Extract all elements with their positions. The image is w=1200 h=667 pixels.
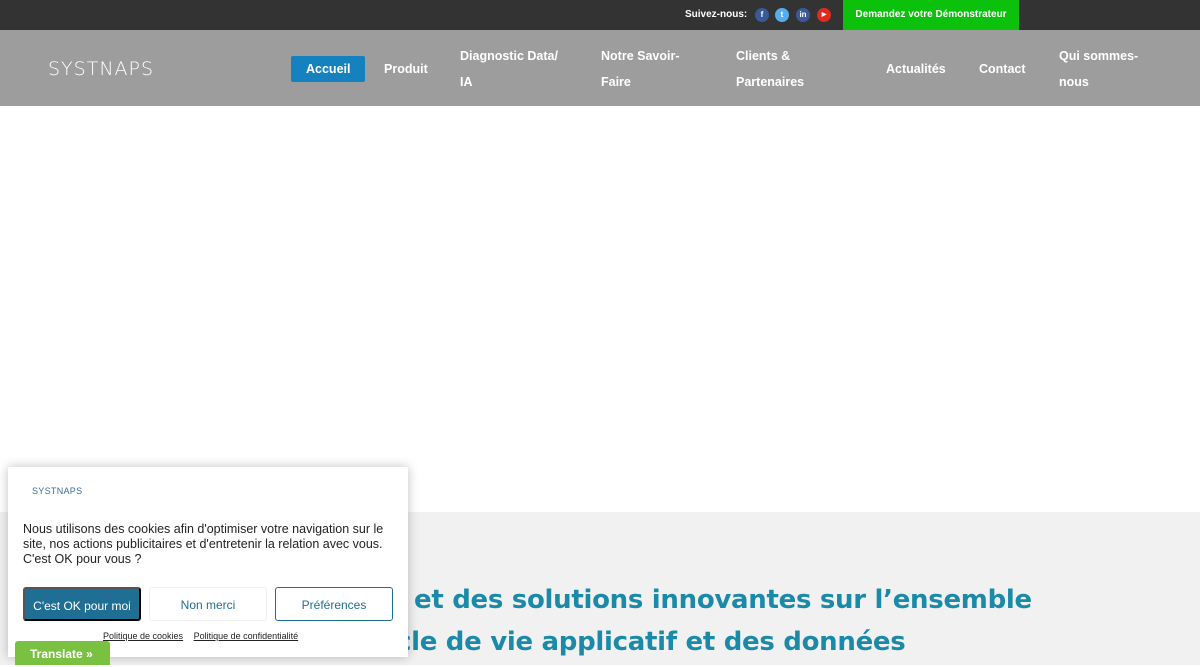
cookie-logo: SYSTNAPS — [32, 486, 83, 496]
nav-label: Partenaires — [736, 75, 805, 89]
demo-request-button[interactable]: Demandez votre Démonstrateur — [843, 0, 1019, 30]
nav-label: Clients & — [736, 49, 791, 63]
cookie-text: Nous utilisons des cookies afin d'optimi… — [23, 522, 384, 566]
twitter-icon[interactable]: t — [775, 8, 789, 22]
nav-accueil[interactable]: Accueil — [291, 56, 366, 82]
nav-label: Diagnostic Data/ — [460, 49, 558, 63]
nav-produit[interactable]: Produit — [384, 56, 428, 82]
privacy-policy-link[interactable]: Politique de confidentialité — [194, 631, 299, 641]
facebook-icon[interactable]: f — [755, 8, 769, 22]
cookie-policy-link[interactable]: Politique de cookies — [103, 631, 183, 641]
nav-label: Notre Savoir- — [601, 49, 680, 63]
cookie-preferences-button[interactable]: Préférences — [275, 587, 393, 621]
intro-heading-line2: cle de vie applicatif et des données — [396, 627, 906, 657]
accept-cookies-button[interactable]: C'est OK pour moi — [23, 587, 141, 621]
intro-heading-line1: et des solutions innovantes sur l’ensemb… — [414, 585, 1032, 615]
nav-diagnostic[interactable]: Diagnostic Data/IA — [460, 43, 558, 95]
nav-contact[interactable]: Contact — [979, 56, 1026, 82]
cookie-banner: SYSTNAPS Nous utilisons des cookies afin… — [8, 467, 408, 657]
nav-qui-sommes-nous[interactable]: Qui sommes-nous — [1059, 43, 1138, 95]
follow-label: Suivez-nous: — [685, 9, 748, 20]
linkedin-icon[interactable]: in — [796, 8, 810, 22]
nav-label: nous — [1059, 75, 1089, 89]
nav-actualites[interactable]: Actualités — [886, 56, 946, 82]
translate-button[interactable]: Translate » — [15, 641, 110, 665]
youtube-icon[interactable]: ▶ — [817, 8, 831, 22]
site-logo[interactable]: SYSTNAPS — [48, 58, 154, 80]
top-bar: Suivez-nous: f t in ▶ Demandez votre Dém… — [0, 0, 1200, 30]
nav-label: IA — [460, 75, 473, 89]
policy-links: Politique de cookies Politique de confid… — [103, 631, 306, 641]
nav-savoir-faire[interactable]: Notre Savoir- Faire — [601, 43, 680, 95]
hero-area — [0, 106, 1200, 512]
decline-cookies-button[interactable]: Non merci — [149, 587, 267, 621]
nav-label: Faire — [601, 75, 631, 89]
nav-clients[interactable]: Clients & Partenaires — [736, 43, 804, 95]
nav-label: Qui sommes- — [1059, 49, 1139, 63]
